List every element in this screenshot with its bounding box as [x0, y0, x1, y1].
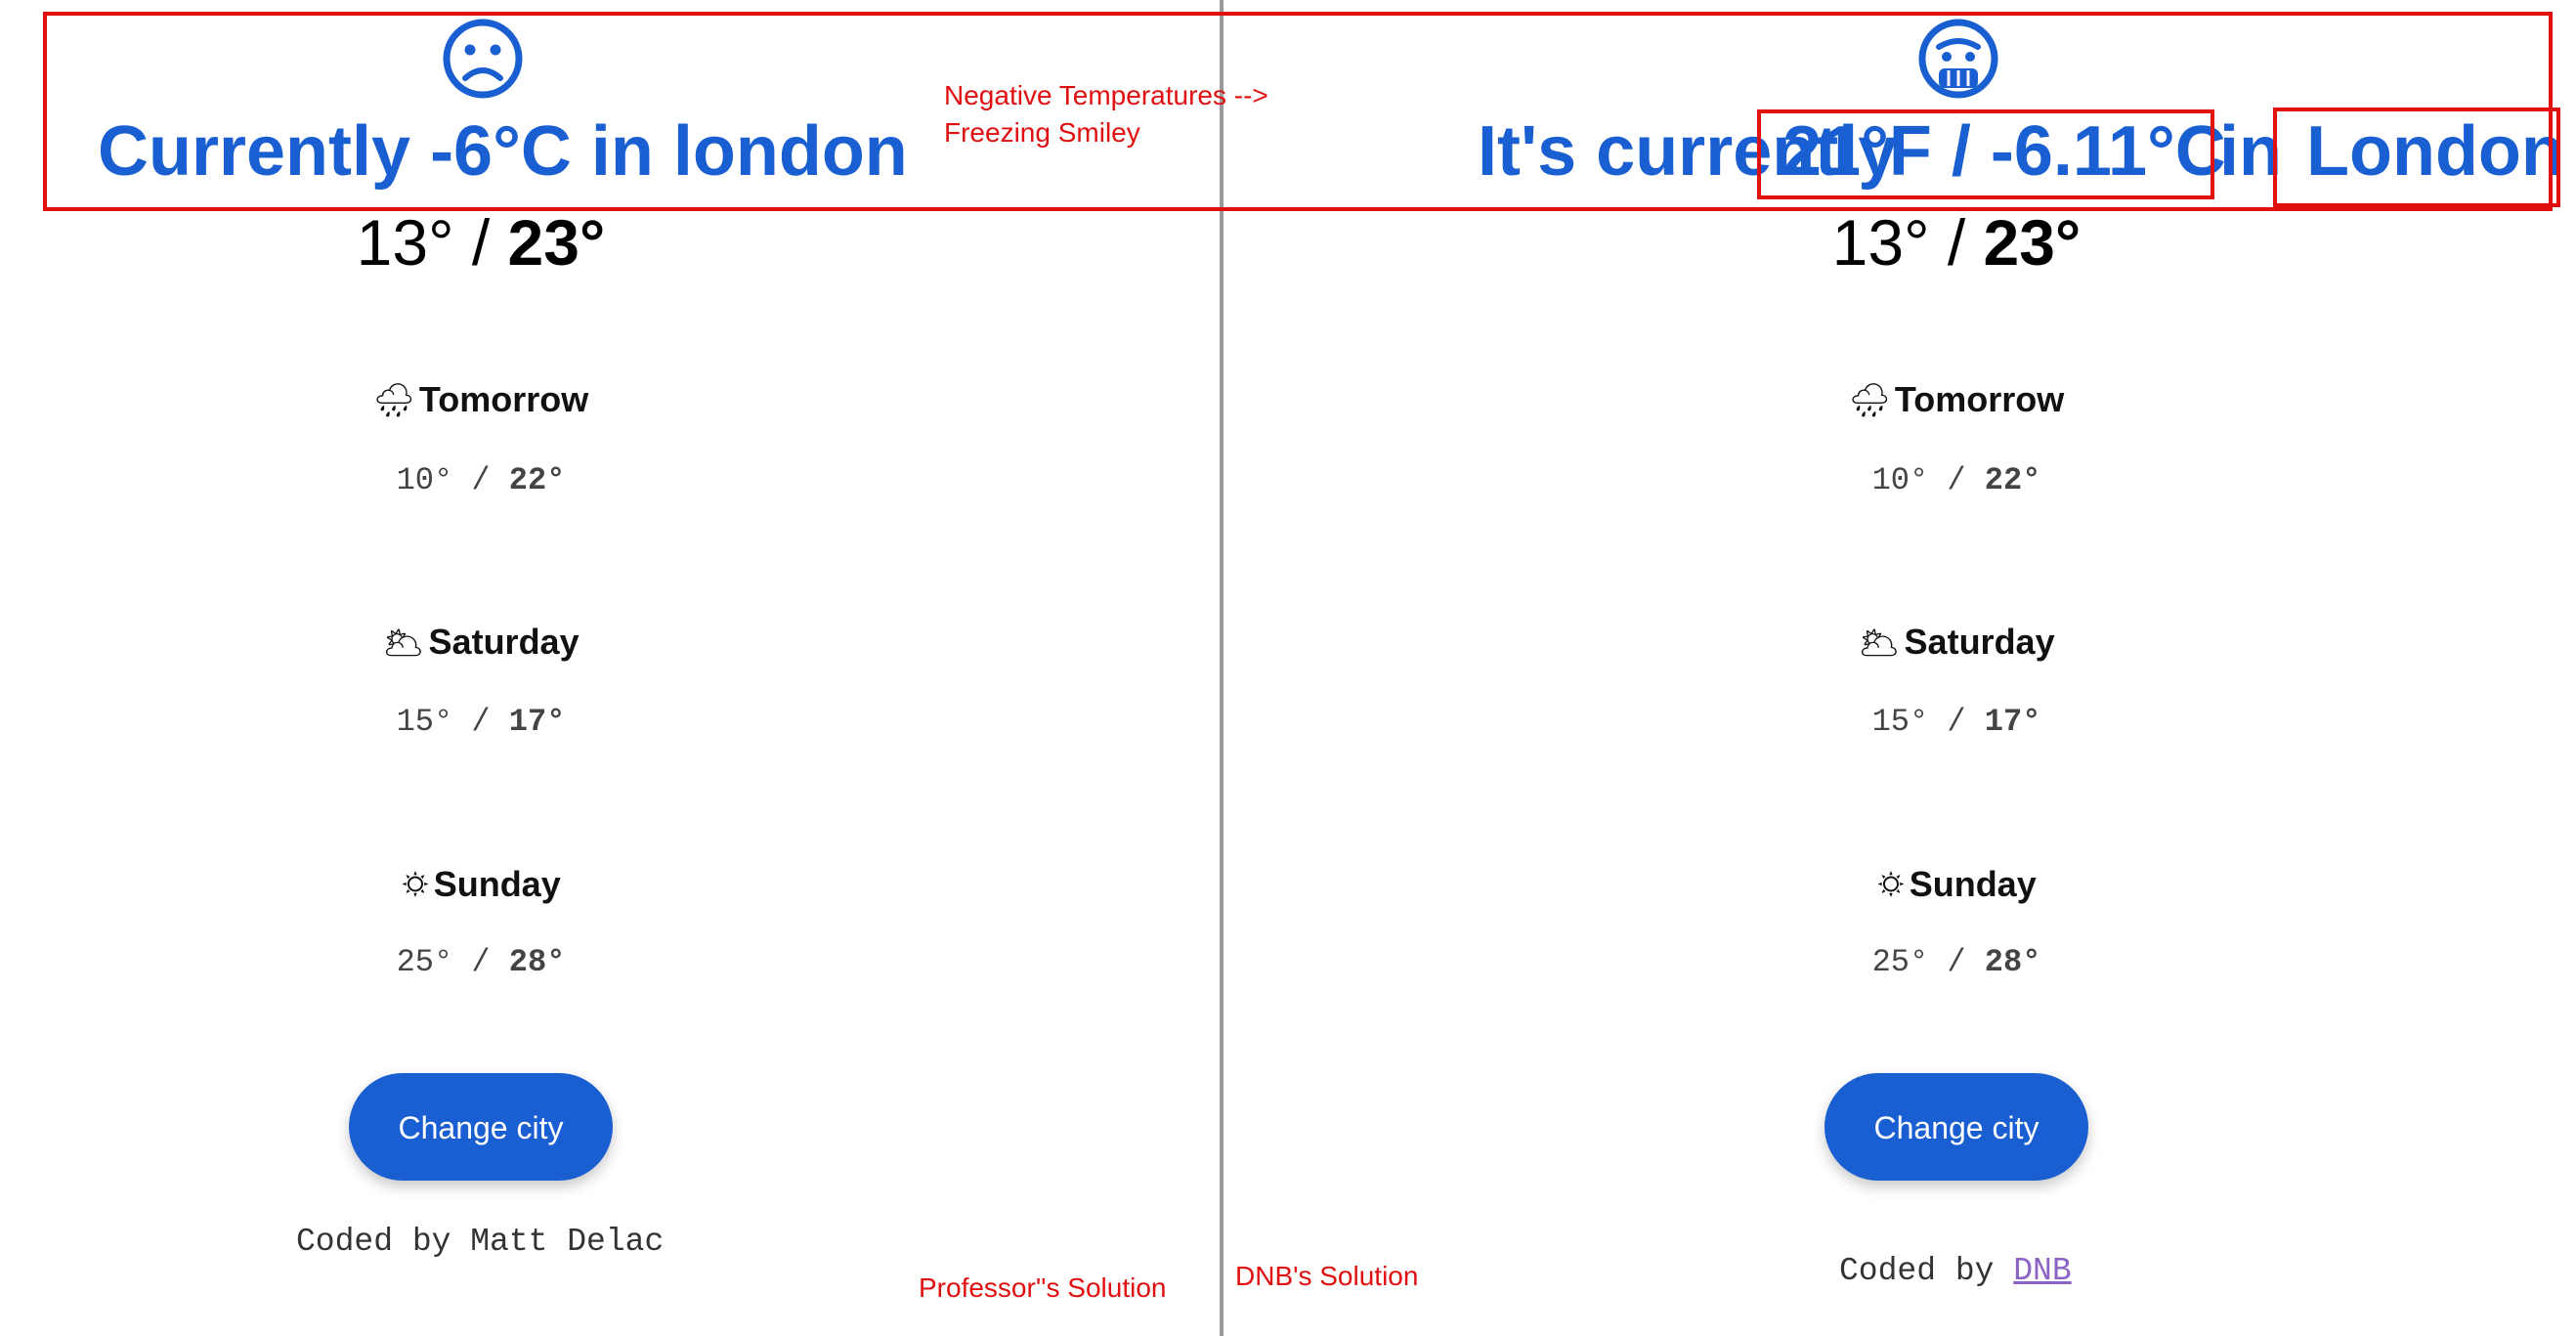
- change-city-button[interactable]: Change city: [1825, 1073, 2088, 1181]
- forecast-day-label: Tomorrow: [1894, 379, 2065, 419]
- annotation-note-line2: Freezing Smiley: [944, 117, 1140, 148]
- forecast-low: 10°: [1871, 462, 1929, 498]
- forecast-day-temps: 10° / 22°: [1715, 462, 2198, 498]
- forecast-day-label: Sunday: [433, 864, 561, 904]
- footer-credit: Coded by Matt Delac: [296, 1224, 665, 1260]
- city-highlight-box: [2273, 108, 2560, 207]
- forecast-high: 17°: [508, 704, 566, 740]
- today-low: 13°: [1831, 206, 1930, 279]
- forecast-day-label: Sunday: [1909, 864, 2037, 904]
- today-temperature-range: 13° / 23°: [1715, 205, 2198, 280]
- temperature-highlight-box: [1757, 109, 2214, 199]
- today-high: 23°: [1983, 206, 2082, 279]
- forecast-day-title: 🌧 Tomorrow: [1715, 379, 2198, 420]
- forecast-day-temps: 25° / 28°: [1715, 944, 2198, 980]
- temp-separator: /: [452, 704, 509, 740]
- forecast-day-label: Saturday: [428, 622, 580, 662]
- forecast-day-title: 🌣 Sunday: [1715, 862, 2198, 918]
- today-temperature-range: 13° / 23°: [239, 205, 722, 280]
- forecast-day-title: 🌥 Saturday: [239, 622, 722, 663]
- forecast-low: 15°: [396, 704, 453, 740]
- temp-separator: /: [1928, 944, 1985, 980]
- right-caption: DNB's Solution: [1235, 1261, 1419, 1291]
- forecast-low: 25°: [1871, 944, 1929, 980]
- forecast-day-temps: 15° / 17°: [239, 704, 722, 740]
- forecast-low: 10°: [396, 462, 453, 498]
- footer-prefix: Coded by: [1839, 1253, 2014, 1289]
- forecast-day-label: Tomorrow: [418, 379, 589, 419]
- temp-separator: /: [453, 206, 508, 279]
- forecast-high: 17°: [1984, 704, 2041, 740]
- temp-separator: /: [1929, 206, 1984, 279]
- forecast-day-label: Saturday: [1904, 622, 2055, 662]
- author-link[interactable]: DNB: [2013, 1253, 2071, 1289]
- rain-cloud-icon: 🌧: [372, 382, 415, 419]
- forecast-day-title: 🌧 Tomorrow: [239, 379, 722, 420]
- footer-credit: Coded by DNB: [1839, 1253, 2072, 1289]
- forecast-high: 22°: [508, 462, 566, 498]
- temp-separator: /: [1928, 462, 1985, 498]
- left-caption: Professor''s Solution: [919, 1272, 1167, 1303]
- sun-icon: 🌣: [1876, 867, 1906, 904]
- forecast-day-title: 🌣 Sunday: [239, 862, 722, 918]
- cloud-icon: 🌥: [1858, 625, 1901, 662]
- forecast-high: 28°: [1984, 944, 2041, 980]
- annotation-note-line1: Negative Temperatures -->: [944, 80, 1268, 110]
- forecast-day-temps: 25° / 28°: [239, 944, 722, 980]
- cloud-icon: 🌥: [382, 625, 425, 662]
- forecast-high: 22°: [1984, 462, 2041, 498]
- forecast-day-title: 🌥 Saturday: [1715, 622, 2198, 663]
- today-low: 13°: [356, 206, 454, 279]
- forecast-day-temps: 10° / 22°: [239, 462, 722, 498]
- sun-icon: 🌣: [401, 867, 430, 904]
- temp-separator: /: [452, 944, 509, 980]
- forecast-day-temps: 15° / 17°: [1715, 704, 2198, 740]
- today-high: 23°: [507, 206, 606, 279]
- rain-cloud-icon: 🌧: [1848, 382, 1891, 419]
- forecast-high: 28°: [508, 944, 566, 980]
- forecast-low: 25°: [396, 944, 453, 980]
- forecast-low: 15°: [1871, 704, 1929, 740]
- temp-separator: /: [452, 462, 509, 498]
- temp-separator: /: [1928, 704, 1985, 740]
- change-city-button[interactable]: Change city: [349, 1073, 613, 1181]
